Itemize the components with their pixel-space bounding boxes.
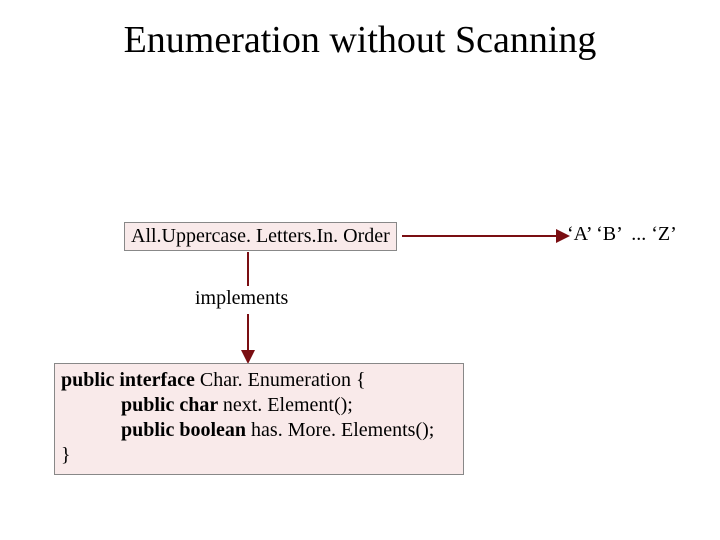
implements-label: implements [195, 287, 288, 310]
output-sequence: ‘A’ ‘B’ ... ‘Z’ [567, 223, 677, 246]
indent [61, 419, 121, 441]
kw-public: public [61, 369, 119, 391]
interface-code-box: public interface Char. Enumeration { pub… [54, 363, 464, 475]
arrow-down-head-icon [241, 350, 255, 364]
arrow-down-line-bottom [247, 314, 249, 352]
iface-name: Char. Enumeration { [200, 369, 366, 391]
class-box: All.Uppercase. Letters.In. Order [124, 222, 397, 251]
kw-boolean: boolean [179, 419, 251, 441]
method-next: next. Element(); [223, 394, 353, 416]
kw-interface: interface [119, 369, 200, 391]
kw-public: public [121, 419, 179, 441]
arrow-down-line-top [247, 252, 249, 286]
indent [61, 394, 121, 416]
kw-char: char [179, 394, 223, 416]
brace-close: } [61, 444, 71, 466]
slide-title: Enumeration without Scanning [0, 18, 720, 62]
method-hasmore: has. More. Elements(); [251, 419, 434, 441]
kw-public: public [121, 394, 179, 416]
arrow-right-line [402, 235, 558, 237]
